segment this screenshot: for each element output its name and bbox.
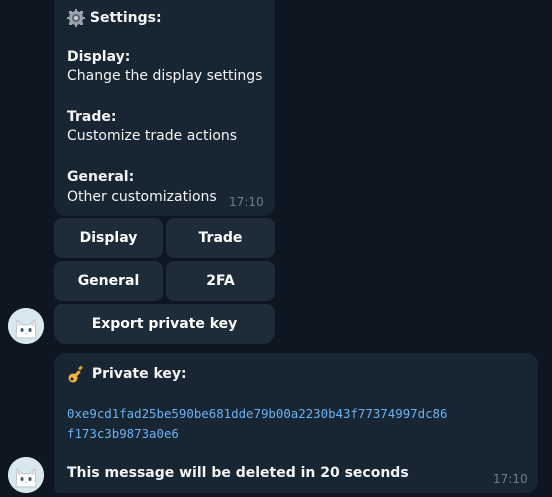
bot-avatar[interactable] (8, 457, 44, 493)
key-title-row: Private key: (67, 364, 187, 384)
chat-area: Settings: Display: Change the display se… (0, 0, 552, 497)
2fa-button[interactable]: 2FA (166, 261, 275, 301)
trade-heading: Trade: (67, 109, 117, 125)
display-heading: Display: (67, 49, 131, 65)
settings-title: Settings: (89, 10, 162, 26)
settings-title-row: Settings: (67, 9, 162, 27)
general-button[interactable]: General (54, 261, 163, 301)
general-text: Other customizations (67, 189, 217, 205)
display-text: Change the display settings (67, 68, 263, 84)
private-key-message: Private key: 0xe9cd1fad25be590be681dde79… (54, 353, 538, 493)
cat-icon (8, 308, 44, 344)
key-message-time: 17:10 (493, 472, 528, 486)
private-key-line-2[interactable]: f173c3b9873a0e6 (67, 424, 447, 444)
general-heading: General: (67, 169, 135, 185)
settings-time: 17:10 (229, 195, 264, 209)
private-key-value[interactable]: 0xe9cd1fad25be590be681dde79b00a2230b43f7… (67, 404, 447, 444)
export-private-key-button[interactable]: Export private key (54, 304, 275, 344)
bot-avatar[interactable] (8, 308, 44, 344)
key-icon (68, 365, 83, 383)
key-title: Private key: (91, 366, 187, 382)
trade-text: Customize trade actions (67, 128, 238, 144)
cat-icon (8, 457, 44, 493)
deletion-notice: This message will be deleted in 20 secon… (67, 465, 409, 481)
private-key-line-1[interactable]: 0xe9cd1fad25be590be681dde79b00a2230b43f7… (67, 404, 447, 424)
display-button[interactable]: Display (54, 218, 163, 258)
gear-icon (67, 9, 85, 27)
settings-message: Settings: Display: Change the display se… (54, 0, 275, 216)
trade-button[interactable]: Trade (166, 218, 275, 258)
